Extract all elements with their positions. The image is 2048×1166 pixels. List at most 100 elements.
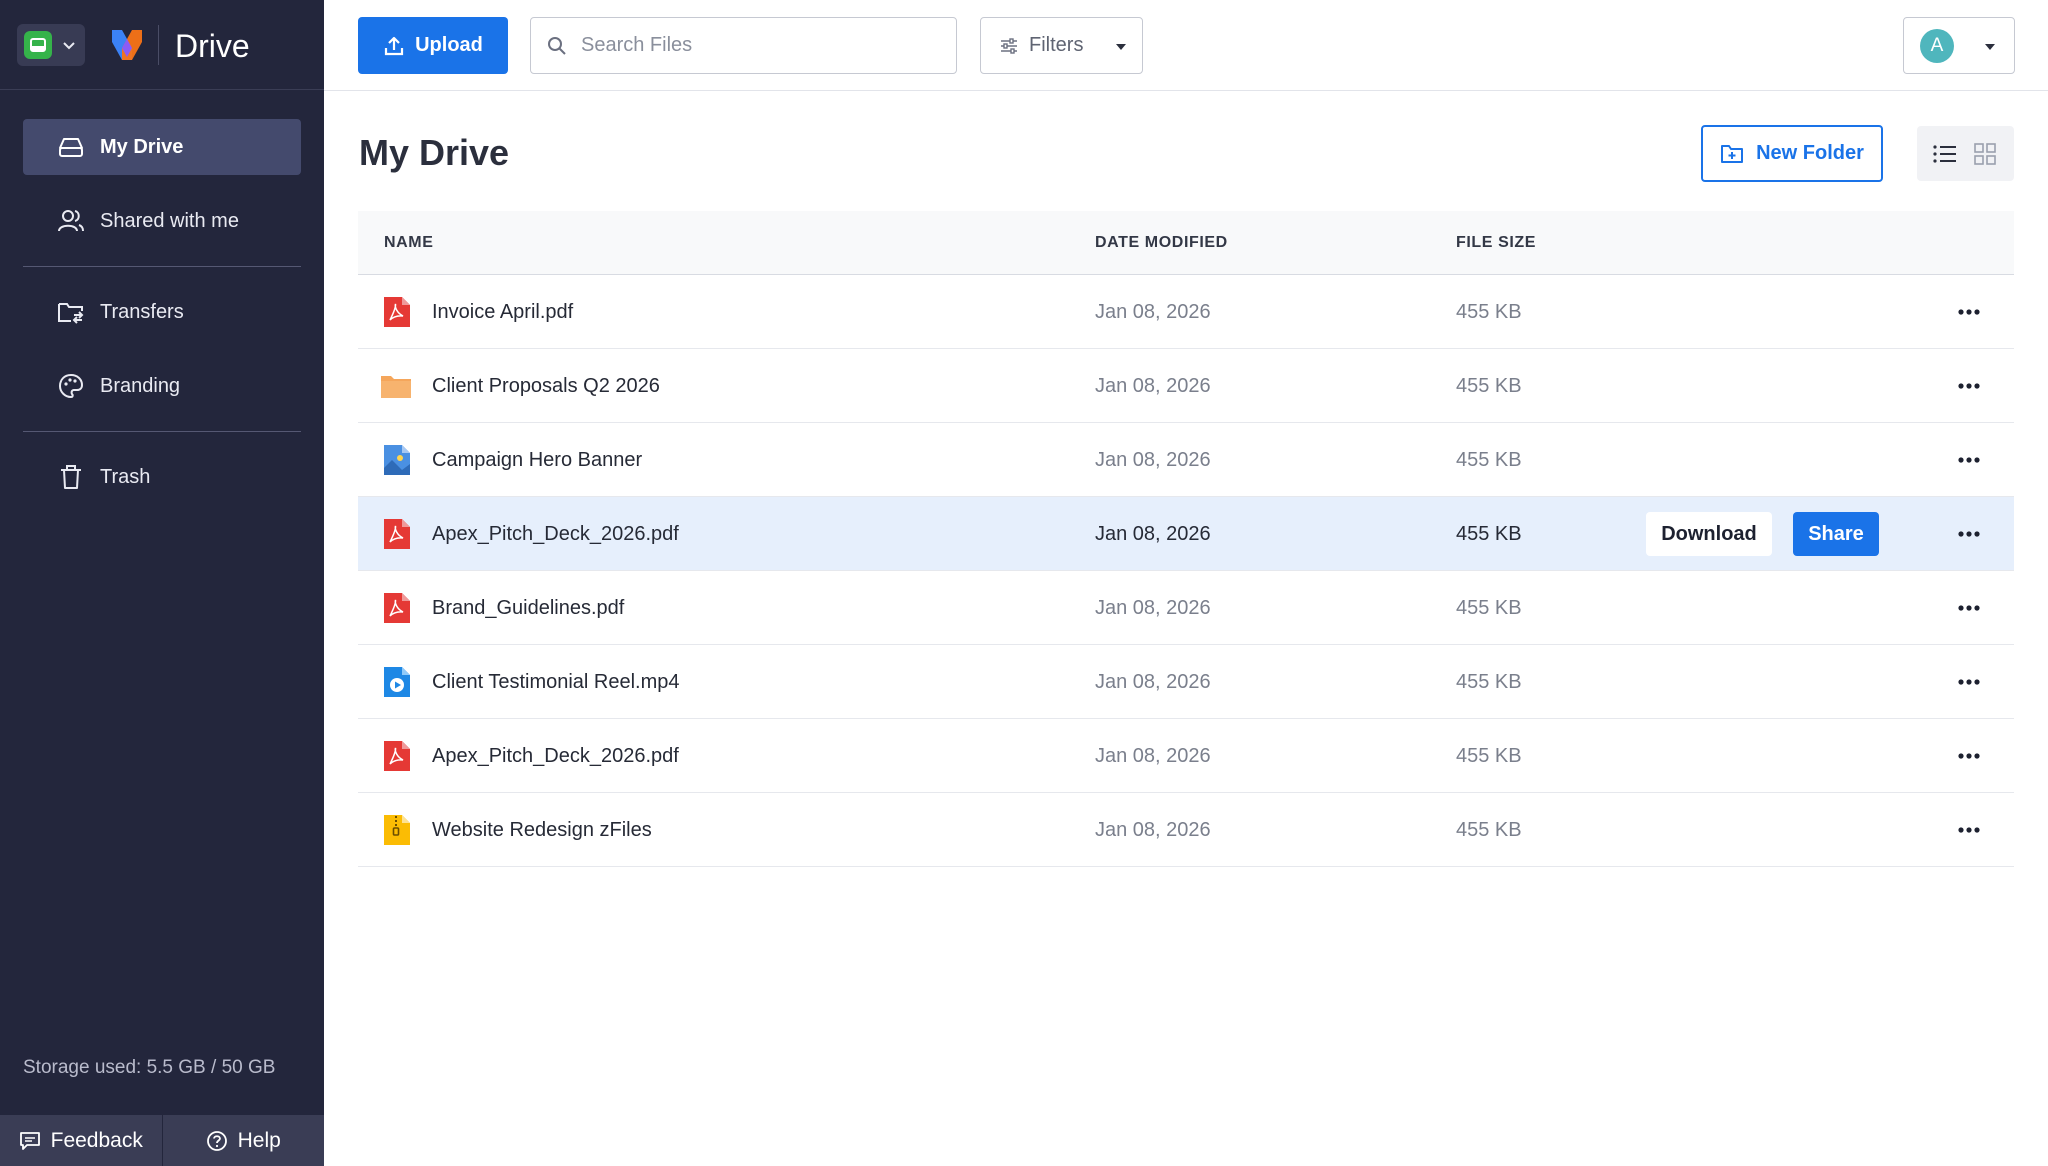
download-button[interactable]: Download — [1646, 512, 1772, 556]
file-table: NAME DATE MODIFIED FILE SIZE Invoice Apr… — [358, 211, 2014, 867]
pdf-icon — [384, 519, 410, 549]
new-folder-label: New Folder — [1756, 142, 1864, 164]
search-box — [530, 17, 957, 74]
grid-view-icon — [1974, 142, 1996, 165]
file-size: 455 KB — [1456, 597, 1522, 619]
zip-icon — [384, 815, 410, 845]
sidebar-item-label: Branding — [100, 374, 181, 397]
file-size: 455 KB — [1456, 449, 1522, 471]
feedback-label: Feedback — [50, 1128, 143, 1152]
sidebar-item-my-drive[interactable]: My Drive — [23, 119, 301, 175]
folder-plus-icon — [1721, 144, 1744, 163]
table-row[interactable]: Website Redesign zFiles Jan 08, 2026 455… — [358, 793, 2014, 867]
table-row[interactable]: Client Proposals Q2 2026 Jan 08, 2026 45… — [358, 349, 2014, 423]
column-header-name[interactable]: NAME — [384, 234, 434, 252]
sidebar-item-trash[interactable]: Trash — [23, 449, 301, 505]
avatar: A — [1920, 29, 1954, 63]
more-options-icon[interactable] — [1952, 376, 1986, 396]
file-date: Jan 08, 2026 — [1095, 745, 1211, 767]
table-row[interactable]: Invoice April.pdf Jan 08, 2026 455 KB — [358, 275, 2014, 349]
folder-icon — [381, 376, 411, 398]
sliders-icon — [1001, 37, 1017, 54]
more-options-icon[interactable] — [1952, 450, 1986, 470]
caret-down-icon — [1985, 44, 1995, 50]
file-name: Client Testimonial Reel.mp4 — [432, 671, 680, 693]
table-header: NAME DATE MODIFIED FILE SIZE — [358, 211, 2014, 275]
upload-icon — [385, 36, 404, 55]
brand-divider — [158, 25, 159, 65]
more-options-icon[interactable] — [1952, 820, 1986, 840]
file-name: Campaign Hero Banner — [432, 449, 643, 471]
sidebar-item-label: Shared with me — [100, 209, 239, 232]
sidebar-footer: Feedback Help — [0, 1115, 324, 1166]
filters-label: Filters — [1029, 34, 1084, 56]
image-icon — [384, 445, 410, 475]
more-options-icon[interactable] — [1952, 746, 1986, 766]
table-row[interactable]: Apex_Pitch_Deck_2026.pdf Jan 08, 2026 45… — [358, 719, 2014, 793]
table-row[interactable]: Client Testimonial Reel.mp4 Jan 08, 2026… — [358, 645, 2014, 719]
grid-view-button[interactable] — [1965, 134, 2005, 174]
filters-dropdown[interactable]: Filters — [980, 17, 1143, 74]
drive-icon — [59, 138, 83, 157]
search-input[interactable] — [579, 33, 923, 58]
table-row[interactable]: Brand_Guidelines.pdf Jan 08, 2026 455 KB — [358, 571, 2014, 645]
sidebar-item-shared-with-me[interactable]: Shared with me — [23, 193, 301, 249]
file-size: 455 KB — [1456, 523, 1522, 545]
storage-usage: Storage used: 5.5 GB / 50 GB — [23, 1057, 276, 1078]
list-view-button[interactable] — [1925, 134, 1965, 174]
file-date: Jan 08, 2026 — [1095, 819, 1211, 841]
file-date: Jan 08, 2026 — [1095, 375, 1211, 397]
file-size: 455 KB — [1456, 745, 1522, 767]
logo-icon — [110, 26, 144, 62]
pdf-icon — [384, 593, 410, 623]
upload-button[interactable]: Upload — [358, 17, 508, 74]
more-options-icon[interactable] — [1952, 672, 1986, 692]
file-date: Jan 08, 2026 — [1095, 671, 1211, 693]
more-options-icon[interactable] — [1952, 598, 1986, 618]
app-icon — [24, 31, 52, 59]
column-header-date[interactable]: DATE MODIFIED — [1095, 234, 1228, 252]
chevron-down-icon — [62, 38, 76, 52]
account-menu-button[interactable]: A — [1903, 17, 2015, 74]
sidebar-item-label: My Drive — [100, 135, 184, 158]
help-button[interactable]: Help — [163, 1115, 325, 1166]
file-name: Apex_Pitch_Deck_2026.pdf — [432, 523, 679, 545]
trash-icon — [61, 465, 81, 489]
file-name: Invoice April.pdf — [432, 301, 574, 323]
file-size: 455 KB — [1456, 819, 1522, 841]
help-icon — [206, 1130, 227, 1151]
file-size: 455 KB — [1456, 671, 1522, 693]
nav-divider — [23, 266, 301, 267]
table-row-selected[interactable]: Apex_Pitch_Deck_2026.pdf Jan 08, 2026 45… — [358, 497, 2014, 571]
pdf-icon — [384, 297, 410, 327]
file-name: Website Redesign zFiles — [432, 819, 652, 841]
app-switcher-button[interactable] — [17, 24, 85, 66]
file-name: Apex_Pitch_Deck_2026.pdf — [432, 745, 679, 767]
app-title: Drive — [175, 28, 250, 64]
page-title: My Drive — [359, 132, 510, 173]
column-header-size[interactable]: FILE SIZE — [1456, 234, 1536, 252]
table-row[interactable]: Campaign Hero Banner Jan 08, 2026 455 KB — [358, 423, 2014, 497]
view-toggle — [1917, 126, 2014, 181]
help-label: Help — [237, 1128, 281, 1152]
file-name: Client Proposals Q2 2026 — [432, 375, 660, 397]
users-icon — [58, 210, 84, 232]
video-icon — [384, 667, 410, 697]
feedback-button[interactable]: Feedback — [0, 1115, 163, 1166]
palette-icon — [58, 373, 84, 399]
new-folder-button[interactable]: New Folder — [1701, 125, 1883, 182]
more-options-icon[interactable] — [1952, 524, 1986, 544]
sidebar-item-branding[interactable]: Branding — [23, 358, 301, 414]
caret-down-icon — [1116, 44, 1126, 50]
share-button[interactable]: Share — [1793, 512, 1879, 556]
file-size: 455 KB — [1456, 375, 1522, 397]
sidebar-item-label: Transfers — [100, 300, 184, 323]
upload-label: Upload — [415, 34, 483, 56]
sidebar-item-transfers[interactable]: Transfers — [23, 284, 301, 340]
file-date: Jan 08, 2026 — [1095, 449, 1211, 471]
file-date: Jan 08, 2026 — [1095, 597, 1211, 619]
feedback-icon — [19, 1131, 40, 1150]
more-options-icon[interactable] — [1952, 302, 1986, 322]
brand-bar: Drive — [0, 0, 324, 90]
sidebar: Drive My Drive Shared with me Transfers — [0, 0, 324, 1166]
